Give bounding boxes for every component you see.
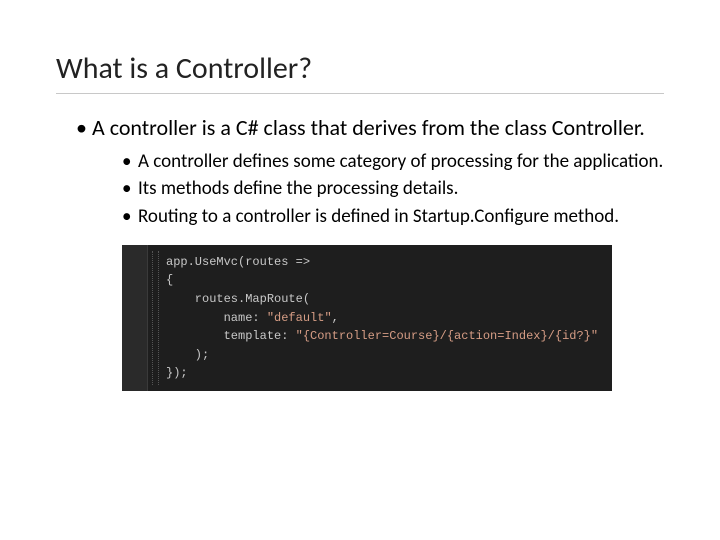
code-token: });: [166, 366, 188, 380]
slide: What is a Controller? A controller is a …: [0, 0, 720, 540]
code-token: {: [166, 273, 173, 287]
slide-title: What is a Controller?: [56, 50, 664, 94]
bullet-list-level2: A controller defines some category of pr…: [92, 150, 664, 229]
code-gutter: [122, 245, 148, 391]
code-token: );: [166, 348, 209, 362]
code-token: name:: [166, 311, 267, 325]
bullet-l2-text: A controller defines some category of pr…: [138, 150, 663, 173]
bullet-l1-text: A controller is a C# class that derives …: [92, 114, 645, 141]
bullet-l2-item: Its methods define the processing detail…: [122, 177, 664, 201]
code-string-token: "{Controller=Course}/{action=Index}/{id?…: [296, 329, 598, 343]
code-content: app.UseMvc(routes => { routes.MapRoute( …: [166, 253, 604, 383]
code-block: app.UseMvc(routes => { routes.MapRoute( …: [122, 245, 612, 391]
bullet-list-level1: A controller is a C# class that derives …: [56, 114, 664, 229]
bullet-l2-text: Its methods define the processing detail…: [138, 177, 458, 200]
bullet-l1-item: A controller is a C# class that derives …: [76, 114, 664, 229]
code-token: ,: [332, 311, 339, 325]
indent-guides: [152, 245, 164, 391]
code-string-token: "default": [267, 311, 332, 325]
bullet-l2-item: A controller defines some category of pr…: [122, 150, 664, 174]
bullet-l2-text: Routing to a controller is defined in St…: [138, 205, 619, 228]
code-token: routes.MapRoute(: [166, 292, 310, 306]
code-token: template:: [166, 329, 296, 343]
code-token: app.UseMvc(routes: [166, 255, 296, 269]
bullet-l2-item: Routing to a controller is defined in St…: [122, 205, 664, 229]
code-token: =>: [296, 255, 310, 269]
